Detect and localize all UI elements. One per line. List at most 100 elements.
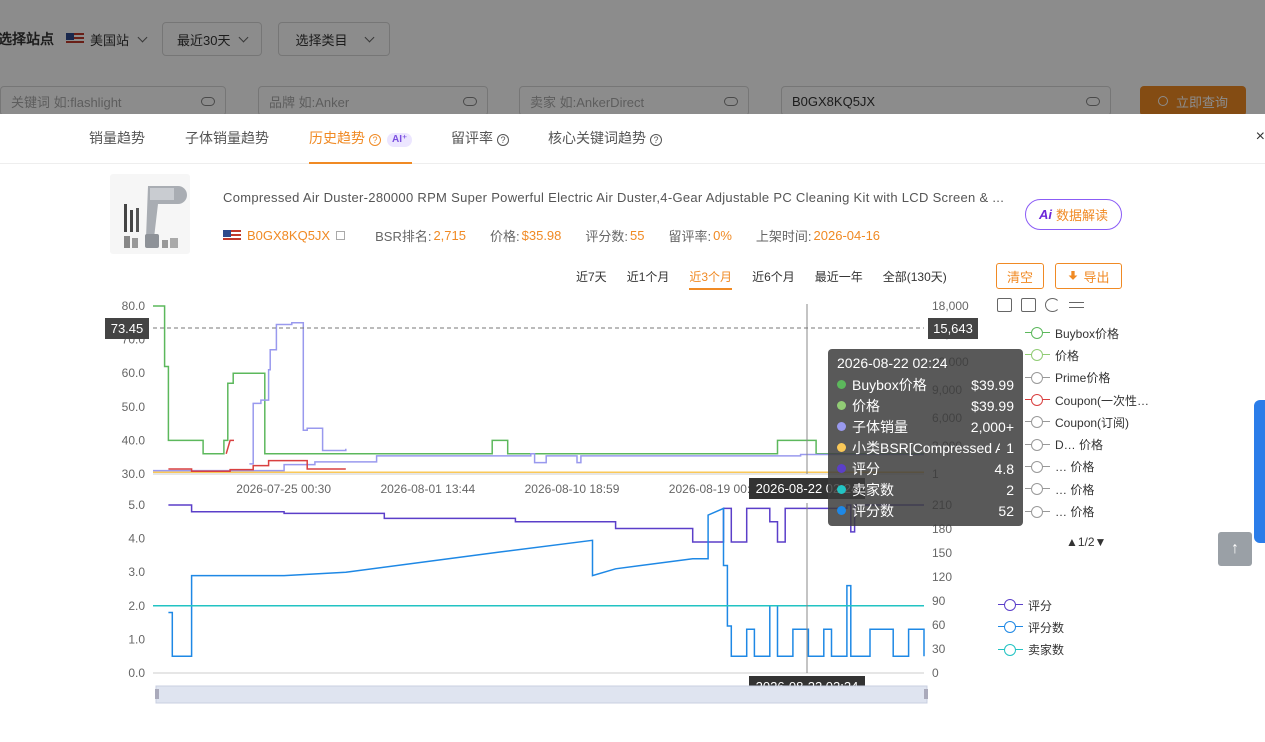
x-axis-tick-label: 2026-07-25 00:30 — [236, 482, 331, 496]
legend-circle-icon — [1025, 416, 1050, 429]
modal-overlay[interactable] — [0, 0, 1265, 115]
range-3m[interactable]: 近3个月 — [689, 268, 733, 290]
y2-axis-tick-label: 18,000 — [932, 299, 969, 313]
legend-item[interactable]: Buybox价格 — [1025, 322, 1149, 344]
swap-icon[interactable] — [1069, 298, 1084, 312]
legend-item[interactable]: 卖家数 — [998, 639, 1064, 661]
datazoom-handle-right — [924, 689, 928, 699]
legend-label: … 价格 — [1055, 460, 1095, 475]
legend-pager[interactable]: ▲1/2▼ — [1066, 535, 1106, 549]
download-icon — [1068, 270, 1078, 280]
y-axis-tick-label: 5.0 — [128, 498, 145, 512]
tab-sales-trend[interactable]: 销量趋势 — [89, 114, 145, 164]
help-icon[interactable]: ? — [650, 134, 662, 146]
external-link-icon[interactable] — [336, 231, 346, 240]
us-flag-icon — [223, 229, 241, 242]
clear-button[interactable]: 清空 — [996, 263, 1044, 289]
y-axis-tick-label: 0.0 — [128, 666, 145, 680]
tooltip-row: 卖家数 2 — [837, 479, 1014, 500]
product-image — [110, 174, 190, 254]
chart-tooltip: 2026-08-22 02:24 Buybox价格 $39.99 价格 $39.99 子… — [828, 349, 1023, 526]
zoom-icon[interactable] — [997, 298, 1012, 312]
help-icon[interactable]: ? — [497, 134, 509, 146]
y-axis-tick-label: 2.0 — [128, 599, 145, 613]
legend-label: … 价格 — [1055, 505, 1095, 520]
tab-core-keyword-trend[interactable]: 核心关键词趋势? — [548, 114, 662, 164]
datazoom-slider — [155, 685, 928, 704]
product-meta: B0GX8KQ5JX BSR排名: 2,715 价格: $35.98 评分数: 55 … — [223, 226, 904, 245]
y-axis-tick-label: 80.0 — [122, 299, 146, 313]
y2-axis-tick-label: 90 — [932, 594, 946, 608]
history-trend-modal: 销量趋势 子体销量趋势 历史趋势? AI⁺ 留评率? 核心关键词趋势? × Com… — [0, 114, 1265, 742]
legend-top: Buybox价格价格 Prime价格 Coupon(一次性… Coupon(订阅) D…… — [1025, 322, 1149, 523]
legend-bottom: 评分 评分数卖家数 — [998, 594, 1064, 661]
ai-badge: AI⁺ — [387, 133, 413, 147]
legend-circle-icon — [1025, 460, 1050, 473]
help-icon[interactable]: ? — [369, 134, 381, 146]
legend-label: Coupon(一次性… — [1055, 393, 1150, 408]
legend-label: Prime价格 — [1055, 371, 1111, 386]
series-dot — [837, 401, 846, 410]
legend-item[interactable]: Coupon(一次性… — [1025, 389, 1149, 411]
range-1y[interactable]: 最近一年 — [815, 268, 863, 290]
export-button[interactable]: 导出 — [1055, 263, 1122, 289]
series-line — [168, 507, 925, 657]
product-asin[interactable]: B0GX8KQ5JX — [247, 228, 330, 243]
tooltip-row: 评分数 52 — [837, 500, 1014, 521]
tab-bar: 销量趋势 子体销量趋势 历史趋势? AI⁺ 留评率? 核心关键词趋势? × — [0, 114, 1265, 164]
ai-analysis-button[interactable]: Ai 数据解读 — [1025, 199, 1122, 230]
legend-circle-icon — [1025, 438, 1050, 451]
bsr-value: 2,715 — [433, 228, 466, 243]
legend-circle-icon — [1025, 349, 1050, 362]
tooltip-row: 评分 4.8 — [837, 458, 1014, 479]
tooltip-time: 2026-08-22 02:24 — [837, 355, 948, 371]
legend-circle-icon — [998, 621, 1023, 634]
legend-item[interactable]: D… 价格 — [1025, 433, 1149, 455]
tooltip-series-value: $39.99 — [971, 397, 1014, 414]
tooltip-series-name: Buybox价格 — [852, 376, 927, 393]
legend-circle-icon — [1025, 505, 1050, 518]
legend-item[interactable]: 价格 — [1025, 344, 1149, 366]
y2-axis-tick-label: 30 — [932, 642, 946, 656]
tab-child-sales-trend[interactable]: 子体销量趋势 — [185, 114, 269, 164]
y-axis-tick-label: 1.0 — [128, 632, 145, 646]
range-all[interactable]: 全部(130天) — [883, 268, 947, 290]
tooltip-series-name: 评分 — [852, 460, 880, 477]
x-axis-tick-label: 2026-08-10 18:59 — [525, 482, 620, 496]
legend-item[interactable]: 评分 — [998, 594, 1064, 616]
y-axis-tick-label: 4.0 — [128, 532, 145, 546]
price-value: $35.98 — [521, 228, 562, 243]
series-line — [249, 322, 347, 465]
legend-item[interactable]: 评分数 — [998, 616, 1064, 638]
legend-item[interactable]: … 价格 — [1025, 478, 1149, 500]
close-icon[interactable]: × — [1256, 128, 1265, 146]
legend-label: … 价格 — [1055, 482, 1095, 497]
background-page: 选择站点 美国站 最近30天 选择类目 关键词 如:flashlight 品牌 … — [0, 0, 1265, 116]
datazoom-handle-left — [155, 689, 159, 699]
tab-review-rate[interactable]: 留评率? — [451, 114, 509, 164]
zoom-reset-icon[interactable] — [1021, 298, 1036, 312]
range-6m[interactable]: 近6个月 — [752, 268, 795, 290]
y-axis-tick-label: 3.0 — [128, 565, 145, 579]
tooltip-series-value: 1 — [1006, 439, 1014, 456]
series-dot — [837, 464, 846, 473]
legend-label: 价格 — [1055, 348, 1080, 363]
series-line — [225, 439, 234, 455]
review-rate-value: 0% — [713, 228, 732, 243]
y2-axis-tick-label: 120 — [932, 570, 952, 584]
legend-item[interactable]: … 价格 — [1025, 500, 1149, 522]
legend-label: 卖家数 — [1028, 643, 1065, 658]
side-panel-tab[interactable] — [1254, 400, 1265, 543]
ai-icon: Ai — [1038, 207, 1052, 222]
product-title[interactable]: Compressed Air Duster-280000 RPM Super P… — [223, 190, 1004, 205]
legend-item[interactable]: Coupon(订阅) — [1025, 411, 1149, 433]
y2-axis-tick-label: 0 — [932, 666, 939, 680]
refresh-icon[interactable] — [1045, 298, 1060, 312]
legend-item[interactable]: Prime价格 — [1025, 367, 1149, 389]
range-7d[interactable]: 近7天 — [576, 268, 607, 290]
range-1m[interactable]: 近1个月 — [627, 268, 670, 290]
tab-history-trend[interactable]: 历史趋势? AI⁺ — [309, 114, 413, 164]
tooltip-series-name: 价格 — [852, 397, 880, 414]
legend-item[interactable]: … 价格 — [1025, 456, 1149, 478]
back-to-top-icon[interactable]: ↑ — [1218, 532, 1252, 566]
